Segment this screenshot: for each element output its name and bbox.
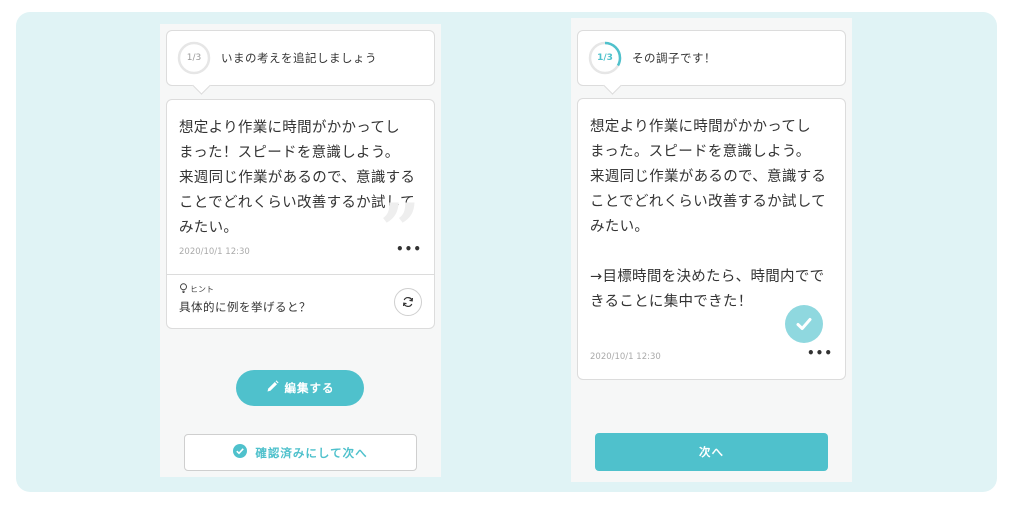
hint-text: 具体的に例を挙げると？	[179, 300, 311, 314]
progress-ring: 1/3	[177, 41, 211, 75]
confirm-next-button[interactable]: 確認済みにして次へ	[184, 434, 417, 471]
confirm-next-label: 確認済みにして次へ	[255, 445, 368, 460]
entry-card: 想定より作業に時間がかかってし まった。スピードを意識しよう。 来週同じ作業があ…	[577, 98, 846, 380]
header-bubble: 1/3 いまの考えを追記しましょう	[166, 30, 435, 86]
refresh-hint-button[interactable]	[394, 288, 422, 316]
edit-button-label: 編集する	[284, 381, 335, 395]
hint-area: ヒント 具体的に例を挙げると？	[167, 274, 434, 328]
header-text: いまの考えを追記しましょう	[221, 51, 377, 65]
entry-card: 想定より作業に時間がかかってし まった！スピードを意識しよう。 来週同じ作業があ…	[166, 99, 435, 329]
left-screen: 1/3 いまの考えを追記しましょう 想定より作業に時間がかかってし まった！スピ…	[160, 24, 441, 477]
lightbulb-icon	[179, 283, 188, 295]
entry-text: 想定より作業に時間がかかってし まった。スピードを意識しよう。 来週同じ作業があ…	[590, 119, 827, 310]
header-bubble: 1/3 その調子です！	[577, 30, 846, 86]
progress-label: 1/3	[597, 53, 613, 63]
right-screen: 1/3 その調子です！ 想定より作業に時間がかかってし まった。スピードを意識し…	[571, 18, 852, 482]
progress-label: 1/3	[186, 53, 202, 63]
hint-label: ヒント	[179, 283, 214, 295]
more-options-button[interactable]: •••	[807, 346, 833, 360]
hint-label-text: ヒント	[190, 284, 214, 294]
entry-date: 2020/10/1 12:30	[179, 247, 250, 257]
pencil-icon	[266, 380, 279, 396]
check-circle-icon	[233, 444, 248, 461]
progress-ring: 1/3	[588, 41, 622, 75]
more-options-button[interactable]: •••	[396, 242, 422, 256]
check-icon	[785, 305, 823, 343]
edit-button[interactable]: 編集する	[236, 370, 364, 406]
header-text: その調子です！	[632, 51, 716, 65]
entry-date: 2020/10/1 12:30	[590, 352, 661, 362]
refresh-icon	[402, 293, 414, 312]
next-button[interactable]: 次へ	[595, 433, 828, 471]
